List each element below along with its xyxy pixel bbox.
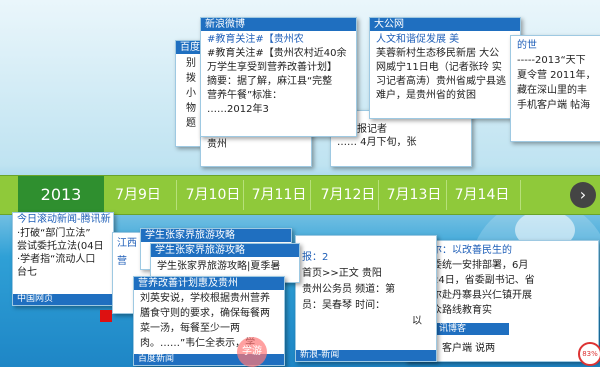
watermark-circle: 学游 [237,337,267,367]
card-line: 芙蓉新村生态移民新居 大公 [376,48,500,59]
card-line: 强省委统一安排部署，6月 [412,260,529,271]
card-line: …… 4月下旬，张 [337,137,417,148]
card-source: 学生张家界旅游攻略 [141,229,291,242]
card-line: 的群众路线教育实 [412,305,492,316]
card-line: 菜一汤，每餐至少一两 [140,323,240,334]
card-title[interactable]: #教育关注#【贵州农 [207,33,350,47]
card-line: ·打破“部门立法” [17,228,91,239]
timeline-date[interactable]: 7月11日 [249,176,309,214]
timeline-date[interactable]: 7月13日 [384,176,444,214]
card-title[interactable]: 人文和谐促发展 美 [376,33,514,47]
news-card-weibo[interactable]: 新浪微博 #教育关注#【贵州农 #教育关注#【贵州农村近40余 万学生享受到营养… [200,17,357,137]
timeline-year[interactable]: 2013 [18,176,104,214]
timeline-date[interactable]: 7月14日 [452,176,512,214]
timeline-divider [520,180,521,210]
card-title[interactable]: 陈敏尔：以改善民生的 [412,243,592,258]
card-line: 营养午餐”标准： [207,90,283,101]
next-arrow-button[interactable]: › [570,182,596,208]
card-source: 学生张家界旅游攻略 [151,244,299,257]
card-source: 大公网 [370,18,520,31]
card-line: 台七 [17,267,37,278]
timeline-bar: 2013 7月9日 7月10日 7月11日 7月12日 7月13日 7月14日 … [0,175,600,215]
card-line: 贵州公务员 频道：第 [302,284,396,295]
card-line: 藏在深山里的丰 [517,85,587,96]
news-card-dagong[interactable]: 大公网 人文和谐促发展 美 芙蓉新村生态移民新居 大公 网威宁11日电（记者张玲… [369,17,521,119]
card-title[interactable]: 的世 [517,38,597,53]
card-line: 膳食守则的要求，确保每餐两 [140,308,270,319]
card-source: 营养改善计划惠及贵州 [134,277,284,290]
card-line: 陈敏尔赴丹寨县兴仁镇开展 [412,290,532,301]
card-line: 万学生享受到营养改善计划】 [207,62,337,73]
news-card-guiyang[interactable]: 报：2 首页>>正文 贵阳 贵州公务员 频道：第 员：吴春琴 时间： 以 新浪-… [295,235,437,362]
card-line: 刘英安说，学校根据贵州营养 [140,293,270,304]
timeline-divider [378,180,379,210]
card-source: 新浪微博 [201,18,356,31]
card-source: 讯博客 [436,323,509,335]
card-line: 以 [412,316,422,327]
card-line: 尝试委托立法(04日 [17,241,104,252]
card-line: 网威宁11日电（记者张玲 实 [376,62,502,73]
card-line: 学生张家界旅游攻略|夏季暑 [157,261,281,272]
news-card-right[interactable]: 的世 -----2013“天下 夏令营 2011年， 藏在深山里的丰 手机客户端… [510,35,600,142]
timeline-divider [243,180,244,210]
card-footer: 中国网页 [13,294,113,305]
card-title[interactable]: 报：2 [302,250,430,266]
timeline-date[interactable]: 7月9日 [108,176,168,214]
timeline-date[interactable]: 7月12日 [318,176,378,214]
card-line: 夏令营 2011年， [517,70,596,81]
card-line: 摘要：据了解，麻江县“完整 [207,76,333,87]
news-card-scroll-news[interactable]: 今日滚动新闻-腾讯新 ·打破“部门立法” 尝试委托立法(04日 ·学者指“流动人… [12,212,114,306]
timeline-divider [446,180,447,210]
card-line: 首页>>正文 贵阳 [302,268,382,279]
card-line: 日至24日，省委副书记、省 [412,275,535,286]
progress-badge[interactable]: 83% [578,342,600,366]
card-footer: 新浪-新闻 [296,350,436,361]
card-line: -----2013“天下 [517,55,586,66]
card-line: 难户，是贵州省的贫困 [376,90,476,101]
red-marker [100,310,112,322]
card-source: 今日滚动新闻-腾讯新 [13,213,113,226]
timeline-divider [310,180,311,210]
timeline-divider [176,180,177,210]
card-line: ……2012年3 [207,104,269,115]
card-line: 员：吴春琴 时间： [302,300,386,311]
timeline-date[interactable]: 7月10日 [183,176,243,214]
card-line: 贵州 [207,139,227,150]
card-line: ·学者指“流动人口 [17,254,96,265]
card-line: 客户端 说两 [442,343,496,354]
card-line: #教育关注#【贵州农村近40余 [207,48,347,59]
card-line: 习记者高涛）贵州省威宁县逃 [376,76,506,87]
card-line: 手机客户端 帖海 [517,100,591,111]
